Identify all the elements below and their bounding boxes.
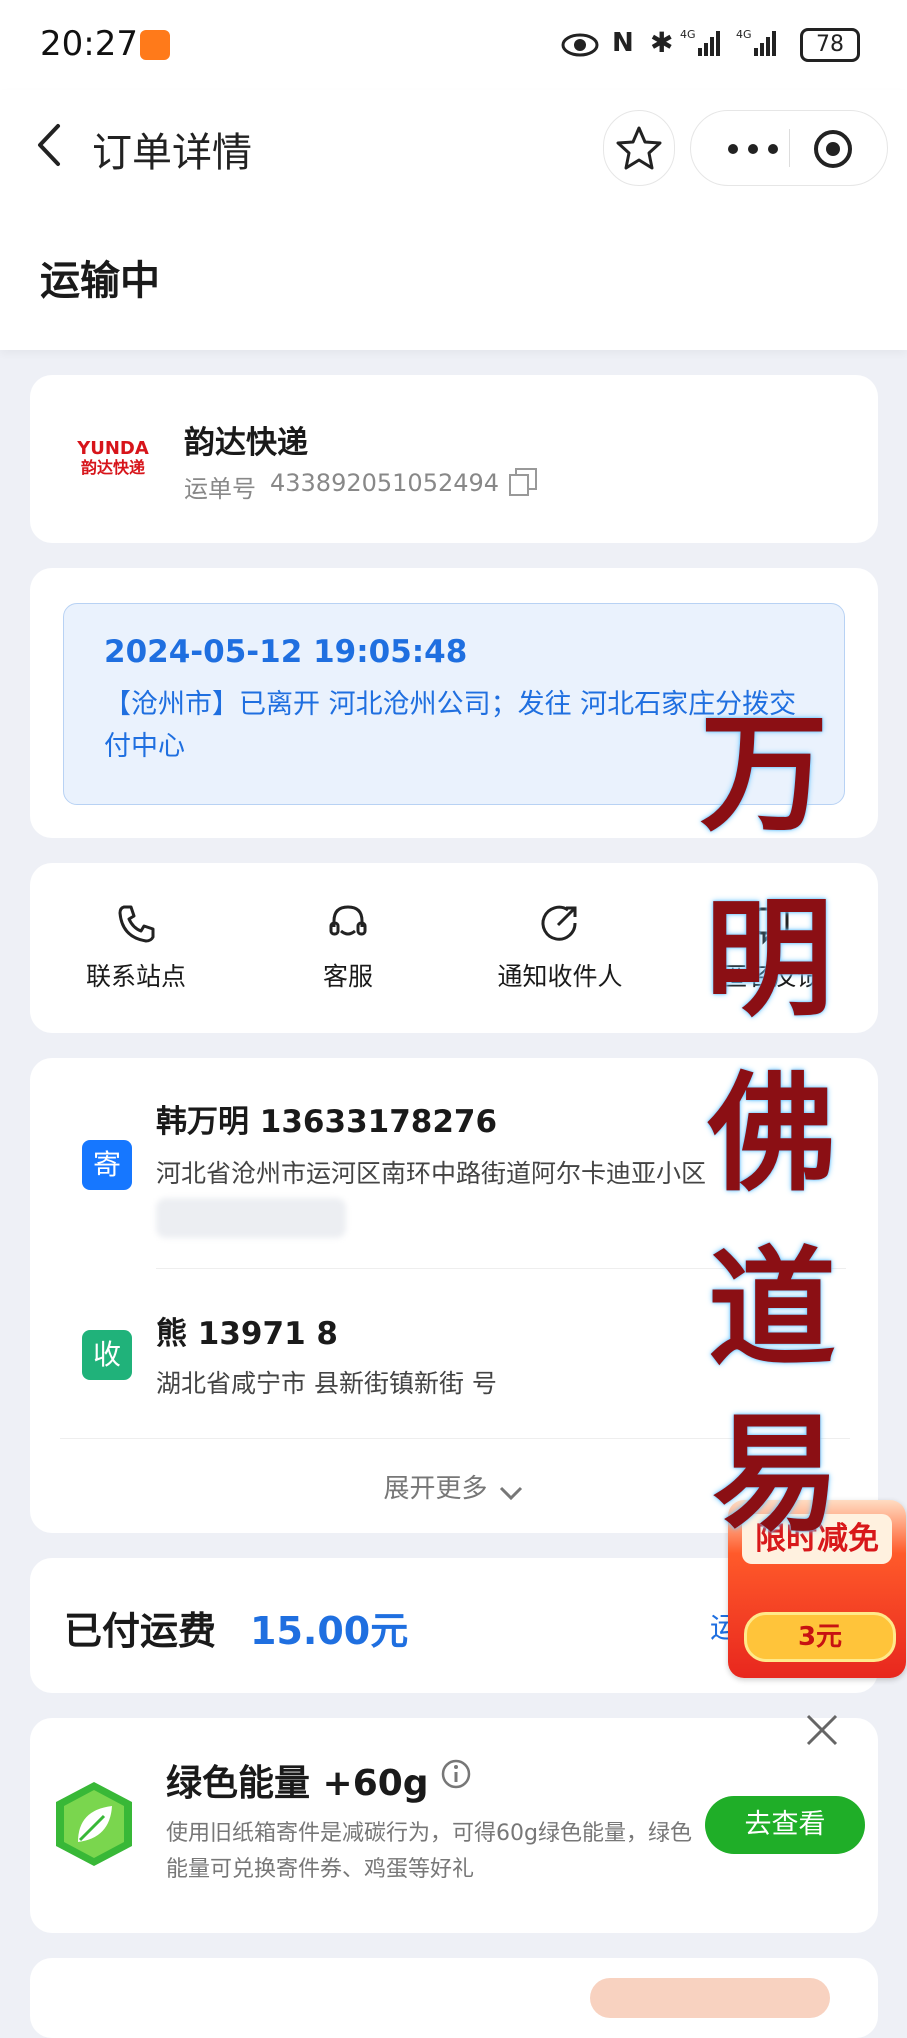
back-button[interactable] [30, 120, 70, 170]
blurred-address-line [156, 1198, 346, 1238]
green-description: 使用旧纸箱寄件是减碳行为，可得60g绿色能量，绿色能量可兑换寄件券、鸡蛋等好礼 [166, 1821, 692, 1882]
favorite-button[interactable] [603, 110, 675, 186]
battery-icon: 78 [800, 28, 860, 62]
headset-icon [329, 905, 367, 936]
info-icon [441, 1759, 471, 1789]
nfc-icon: N [612, 28, 634, 58]
signal-icon: 4G [680, 28, 720, 56]
watermark-char: 明 [705, 884, 834, 1034]
status-bar: 20:27 N ✱ 4G 4G 78 [0, 0, 907, 90]
offer-amount: 3元 [744, 1612, 896, 1662]
capsule-divider [789, 129, 790, 167]
courier-name: 韵达快递 [184, 425, 308, 461]
share-arrow-icon [541, 905, 577, 941]
action-label: 联系站点 [85, 962, 186, 991]
contact-station-button[interactable]: 联系站点 [30, 901, 242, 1011]
close-icon [806, 1714, 838, 1746]
more-button[interactable] [719, 139, 789, 159]
receiver-tag: 收 [82, 1330, 132, 1380]
notify-recipient-button[interactable]: 通知收件人 [454, 901, 666, 1011]
info-button[interactable] [440, 1758, 472, 1790]
bottom-card [30, 1958, 878, 2038]
green-title: 绿色能量 +60g [166, 1763, 429, 1804]
more-dots-icon [728, 144, 778, 154]
expand-label: 展开更多 [383, 1474, 488, 1504]
receiver-name-phone: 熊 13971 8 [156, 1316, 339, 1352]
tracking-time: 2024-05-12 19:05:48 [104, 634, 468, 670]
page-title: 订单详情 [92, 130, 252, 176]
copy-icon [509, 468, 537, 496]
fee-amount: 15.00元 [250, 1609, 409, 1653]
app-badge-icon [140, 30, 170, 60]
order-status: 运输中 [40, 258, 160, 304]
capsule-menu [690, 110, 888, 186]
action-label: 通知收件人 [497, 962, 623, 991]
sender-name-phone: 韩万明 13633178276 [156, 1104, 498, 1140]
bluetooth-icon: ✱ [650, 26, 674, 59]
svg-text:4G: 4G [680, 28, 696, 41]
green-energy-card: 绿色能量 +60g 使用旧纸箱寄件是减碳行为，可得60g绿色能量，绿色能量可兑换… [30, 1714, 878, 1933]
customer-service-button[interactable]: 客服 [242, 901, 454, 1011]
watermark-char: 道 [708, 1234, 837, 1384]
phone-icon [118, 905, 155, 943]
chevron-left-icon [38, 124, 60, 166]
tracking-message: 【沧州市】已离开 河北沧州公司；发往 河北石家庄分拨交付中心 [104, 689, 797, 762]
action-label: 客服 [322, 962, 373, 991]
fee-label: 已付运费 [64, 1609, 217, 1653]
svg-text:4G: 4G [736, 28, 752, 41]
watermark-char: 易 [712, 1399, 841, 1549]
sender-tag: 寄 [82, 1140, 132, 1190]
leaf-badge-icon [48, 1778, 140, 1870]
view-button[interactable]: 去查看 [705, 1796, 865, 1854]
waybill-number: 433892051052494 [270, 469, 500, 497]
promo-decoration [590, 1978, 830, 2018]
status-time: 20:27 [40, 24, 138, 64]
watermark-char: 佛 [708, 1059, 837, 1209]
eye-icon [561, 33, 599, 57]
waybill-label: 运单号 [184, 475, 256, 503]
watermark-char: 万 [700, 699, 829, 849]
close-miniapp-button[interactable] [811, 127, 855, 171]
target-icon [814, 130, 852, 168]
close-button[interactable] [800, 1708, 844, 1752]
yunda-logo: YUNDA 韵达快递 [77, 438, 149, 478]
signal-icon-2: 4G [736, 28, 776, 56]
chevron-down-icon [499, 1486, 522, 1500]
star-icon [616, 126, 662, 170]
copy-button[interactable] [508, 467, 538, 497]
courier-card: YUNDA 韵达快递 韵达快递 运单号 433892051052494 [30, 375, 878, 543]
